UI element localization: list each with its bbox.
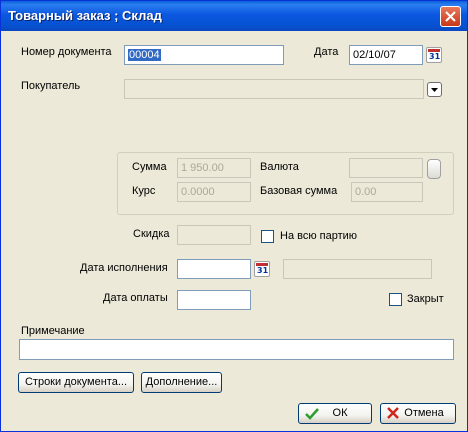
currency-select-button[interactable] xyxy=(427,159,441,179)
cross-icon xyxy=(387,407,399,419)
doc-lines-button[interactable]: Строки документа... xyxy=(18,372,134,393)
date-label: Дата xyxy=(314,46,339,58)
extra-button-label: Дополнение... xyxy=(145,376,218,388)
buyer-field[interactable] xyxy=(124,79,424,99)
currency-label: Валюта xyxy=(260,161,299,173)
date-calendar-button[interactable]: 31 xyxy=(426,47,442,63)
cancel-button-label: Отмена xyxy=(404,407,444,419)
discount-label: Скидка xyxy=(133,228,170,240)
discount-field[interactable] xyxy=(177,225,251,245)
date-field[interactable]: 02/10/07 xyxy=(349,45,423,65)
ok-button[interactable]: ОК xyxy=(298,403,372,424)
doc-lines-button-label: Строки документа... xyxy=(24,376,128,388)
exec-date-label: Дата исполнения xyxy=(80,262,168,274)
note-label: Примечание xyxy=(21,325,85,337)
amount-label: Сумма xyxy=(132,161,167,173)
title-bar[interactable]: Товарный заказ ; Склад xyxy=(1,1,467,31)
exec-date-field[interactable] xyxy=(177,259,251,279)
buyer-label: Покупатель xyxy=(21,80,81,92)
checkmark-icon xyxy=(305,408,319,420)
pay-date-field[interactable] xyxy=(177,290,251,310)
exec-date-calendar-button[interactable]: 31 xyxy=(254,261,270,277)
pay-date-label: Дата оплаты xyxy=(103,292,168,304)
note-field[interactable] xyxy=(19,339,454,360)
exec-date-extra-field xyxy=(283,259,432,279)
whole-batch-checkbox[interactable] xyxy=(261,230,274,243)
chevron-down-icon xyxy=(431,88,438,92)
whole-batch-label: На всю партию xyxy=(280,230,358,242)
doc-number-field[interactable]: 00004 xyxy=(124,45,284,65)
doc-number-value: 00004 xyxy=(128,49,161,61)
extra-button[interactable]: Дополнение... xyxy=(141,372,222,393)
cancel-button[interactable]: Отмена xyxy=(380,403,456,424)
doc-number-label: Номер документа xyxy=(21,46,112,58)
closed-checkbox[interactable] xyxy=(389,293,402,306)
buyer-dropdown-button[interactable] xyxy=(427,82,442,97)
rate-field[interactable]: 0.0000 xyxy=(177,182,251,202)
dialog-window: Товарный заказ ; Склад Номер документа 0… xyxy=(0,0,468,432)
close-icon xyxy=(445,11,456,22)
rate-label: Курс xyxy=(132,185,156,197)
currency-field[interactable] xyxy=(349,158,423,178)
base-amount-label: Базовая сумма xyxy=(260,185,338,197)
base-amount-field[interactable]: 0.00 xyxy=(351,182,423,202)
ok-button-label: ОК xyxy=(332,407,348,419)
closed-label: Закрыт xyxy=(407,293,444,305)
amount-field[interactable]: 1 950.00 xyxy=(177,158,251,178)
close-button[interactable] xyxy=(440,6,461,27)
window-title: Товарный заказ ; Склад xyxy=(8,8,162,23)
